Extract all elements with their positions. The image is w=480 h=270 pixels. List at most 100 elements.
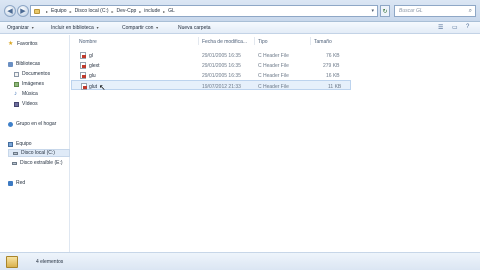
sidebar-item-label: Favoritos bbox=[17, 41, 38, 47]
images-icon bbox=[14, 81, 19, 87]
sidebar-item-label: Vídeos bbox=[22, 101, 38, 107]
sidebar-item-homegroup[interactable]: Grupo en el hogar bbox=[8, 120, 56, 128]
sidebar-item-music[interactable]: ♪ Música bbox=[14, 90, 38, 98]
new-folder-label: Nueva carpeta bbox=[178, 25, 211, 31]
file-row[interactable]: gl 29/01/2005 16:35 C Header File 76 KB bbox=[71, 50, 351, 60]
chevron-down-icon[interactable]: ▾ bbox=[371, 8, 374, 14]
sidebar-item-label: Documentos bbox=[22, 71, 51, 77]
file-type: C Header File bbox=[258, 52, 289, 59]
preview-pane-icon[interactable]: ▭ bbox=[452, 24, 458, 31]
music-icon: ♪ bbox=[14, 90, 17, 97]
file-type: C Header File bbox=[258, 83, 289, 90]
library-icon bbox=[8, 61, 13, 67]
new-folder-button[interactable]: Nueva carpeta bbox=[178, 25, 211, 31]
homegroup-icon bbox=[8, 121, 13, 127]
videos-icon bbox=[14, 101, 19, 107]
chevron-right-icon[interactable]: ▸ bbox=[70, 9, 72, 14]
status-bar: 4 elementos bbox=[0, 252, 480, 270]
breadcrumb-include[interactable]: include bbox=[144, 8, 160, 14]
file-size: 11 KB bbox=[328, 83, 342, 90]
share-label: Compartir con bbox=[122, 25, 154, 31]
sidebar-item-local-disk[interactable]: Disco local (C:) bbox=[8, 149, 70, 157]
folder-icon bbox=[6, 256, 18, 268]
chevron-down-icon: ▼ bbox=[155, 26, 159, 30]
explorer-window: ◀ ▶ ▸ Equipo ▸ Disco local (C:) ▸ Dev-Cp… bbox=[0, 0, 480, 270]
back-arrow-icon: ◀ bbox=[7, 8, 13, 15]
file-row[interactable]: glut 19/07/2012 21:33 C Header File 11 K… bbox=[71, 80, 351, 90]
sidebar-item-removable-disk[interactable]: Disco extraíble (E:) bbox=[12, 159, 63, 167]
column-divider[interactable] bbox=[254, 37, 255, 45]
sidebar-item-label: Disco extraíble (E:) bbox=[20, 160, 63, 166]
file-name: glu bbox=[89, 72, 96, 79]
file-date: 29/01/2005 16:35 bbox=[202, 72, 241, 79]
sidebar-item-documents[interactable]: Documentos bbox=[14, 70, 50, 78]
refresh-button[interactable]: ↻ bbox=[380, 5, 390, 17]
file-date: 19/07/2012 21:33 bbox=[202, 83, 241, 90]
column-divider[interactable] bbox=[198, 37, 199, 45]
network-icon bbox=[8, 180, 13, 186]
column-header-type[interactable]: Tipo bbox=[258, 39, 268, 45]
back-button[interactable]: ◀ bbox=[4, 5, 16, 17]
file-row[interactable]: glu 29/01/2005 16:35 C Header File 16 KB bbox=[71, 70, 351, 80]
column-headers: Nombre Fecha de modifica... Tipo Tamaño bbox=[71, 36, 480, 46]
mouse-pointer-icon: ↖ bbox=[99, 83, 106, 92]
chevron-down-icon: ▼ bbox=[95, 26, 100, 30]
sidebar-item-label: Grupo en el hogar bbox=[16, 121, 57, 127]
navigation-pane: ★ Favoritos Bibliotecas Documentos Imáge… bbox=[0, 35, 70, 252]
file-name: glext bbox=[89, 62, 100, 69]
help-icon[interactable]: ? bbox=[466, 24, 469, 30]
search-input[interactable]: Buscar GL ⌕ bbox=[394, 5, 476, 17]
c-header-file-icon bbox=[80, 71, 86, 79]
file-size: 16 KB bbox=[326, 72, 340, 79]
search-placeholder: Buscar GL bbox=[399, 8, 423, 14]
view-options-icon[interactable]: ☰ bbox=[438, 24, 443, 31]
sidebar-item-images[interactable]: Imágenes bbox=[14, 80, 44, 88]
sidebar-item-computer[interactable]: Equipo bbox=[8, 140, 32, 148]
chevron-right-icon[interactable]: ▸ bbox=[139, 9, 141, 14]
address-bar-area: ◀ ▶ ▸ Equipo ▸ Disco local (C:) ▸ Dev-Cp… bbox=[0, 0, 480, 22]
column-header-size[interactable]: Tamaño bbox=[314, 39, 332, 45]
sidebar-item-label: Disco local (C:) bbox=[21, 150, 55, 156]
sidebar-item-libraries[interactable]: Bibliotecas bbox=[8, 60, 40, 68]
search-icon: ⌕ bbox=[468, 8, 472, 14]
computer-icon bbox=[8, 141, 13, 147]
sidebar-item-label: Red bbox=[16, 180, 26, 186]
forward-button[interactable]: ▶ bbox=[17, 5, 29, 17]
sidebar-item-label: Imágenes bbox=[22, 81, 44, 87]
sidebar-item-label: Música bbox=[22, 91, 38, 97]
breadcrumb-equipo[interactable]: Equipo bbox=[51, 8, 67, 14]
chevron-right-icon[interactable]: ▸ bbox=[163, 9, 165, 14]
sidebar-item-network[interactable]: Red bbox=[8, 179, 25, 187]
breadcrumb-local-disk[interactable]: Disco local (C:) bbox=[75, 8, 109, 14]
chevron-down-icon: ▼ bbox=[30, 26, 35, 30]
chevron-right-icon[interactable]: ▸ bbox=[112, 9, 114, 14]
c-header-file-icon bbox=[80, 61, 86, 69]
c-header-file-icon bbox=[80, 51, 86, 59]
file-date: 29/01/2005 16:35 bbox=[202, 62, 241, 69]
file-row[interactable]: glext 29/01/2005 16:35 C Header File 279… bbox=[71, 60, 351, 70]
file-name: glut bbox=[89, 83, 98, 90]
organize-label: Organizar bbox=[7, 25, 29, 31]
breadcrumb-dev-cpp[interactable]: Dev-Cpp bbox=[117, 8, 137, 14]
sidebar-item-label: Equipo bbox=[16, 141, 32, 147]
share-button[interactable]: Compartir con ▼ bbox=[122, 25, 159, 31]
include-library-button[interactable]: Incluir en biblioteca ▼ bbox=[51, 25, 99, 31]
organize-button[interactable]: Organizar ▼ bbox=[7, 25, 34, 31]
star-icon: ★ bbox=[8, 40, 14, 47]
column-header-date[interactable]: Fecha de modifica... bbox=[202, 39, 247, 45]
folder-icon bbox=[34, 8, 40, 14]
breadcrumb-gl[interactable]: GL bbox=[168, 8, 175, 14]
command-bar: Organizar ▼ Incluir en biblioteca ▼ Compar… bbox=[0, 22, 480, 34]
c-header-file-icon bbox=[81, 82, 87, 90]
address-field[interactable]: ▸ Equipo ▸ Disco local (C:) ▸ Dev-Cpp ▸ … bbox=[30, 5, 378, 17]
column-header-name[interactable]: Nombre bbox=[79, 39, 97, 45]
file-type: C Header File bbox=[258, 72, 289, 79]
file-size: 279 KB bbox=[323, 62, 340, 69]
refresh-icon: ↻ bbox=[382, 8, 388, 15]
forward-arrow-icon: ▶ bbox=[20, 8, 26, 15]
sidebar-item-videos[interactable]: Vídeos bbox=[14, 100, 38, 108]
hard-disk-icon bbox=[13, 151, 18, 155]
chevron-right-icon[interactable]: ▸ bbox=[46, 9, 48, 14]
sidebar-item-favorites[interactable]: ★ Favoritos bbox=[8, 40, 38, 48]
column-divider[interactable] bbox=[310, 37, 311, 45]
